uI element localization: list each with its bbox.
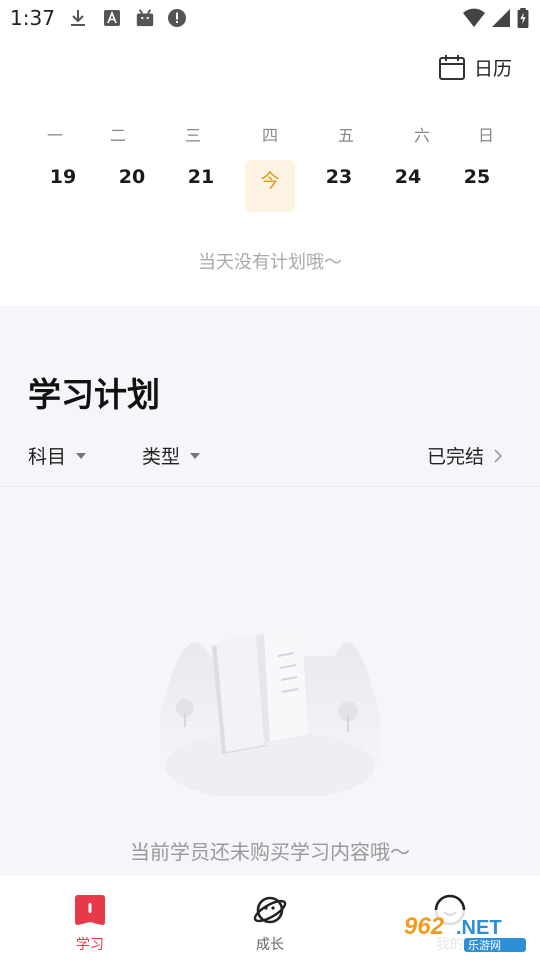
nav-study-label: 学习 [76,937,104,953]
subject-filter-label: 科目 [28,446,67,468]
date-cell[interactable]: 19 [38,166,88,188]
date-cell[interactable]: 23 [314,166,364,188]
android-icon [136,9,154,27]
weekday-fri: 五 [337,126,354,145]
weekday-mon: 一 [46,126,63,145]
completed-label: 已完结 [426,446,484,468]
type-filter-label: 类型 [142,446,181,468]
type-filter[interactable]: 类型 [142,442,201,469]
date-cell[interactable]: 25 [452,166,502,188]
weekday-sat: 六 [413,126,430,145]
weekday-thu: 四 [261,126,278,145]
completed-link[interactable]: 已完结 [427,442,502,469]
battery-icon [517,8,529,28]
book-icon [75,895,105,925]
signal-icon [492,9,510,27]
calendar-button[interactable]: 日历 [438,52,512,82]
weekday-tue: 二 [109,126,126,145]
empty-books-illustration [160,628,380,796]
date-cell[interactable]: 20 [107,166,157,188]
subject-filter[interactable]: 科目 [28,442,87,469]
keyboard-a-icon [104,10,120,26]
study-plan-section: 学习计划 科目 类型 已完结 当前学员还未购买学习内容哦～ [0,306,540,876]
svg-text:962: 962 [404,913,445,940]
date-cell[interactable]: 24 [383,166,433,188]
alert-icon [168,9,186,27]
nav-study[interactable]: 学习 [50,892,130,954]
calendar-icon [438,55,465,80]
caret-down-icon [76,452,87,459]
status-bar: 1:37 [0,0,540,36]
weekday-wed: 三 [184,126,201,145]
planet-icon [253,896,287,924]
date-cell[interactable]: 21 [176,166,226,188]
caret-down-icon [190,452,201,459]
chevron-right-icon [494,448,502,463]
nav-growth-label: 成长 [256,937,284,953]
download-icon [71,10,85,26]
svg-text:.NET: .NET [456,917,502,939]
wifi-icon [463,8,485,27]
nav-growth[interactable]: 成长 [230,892,310,954]
svg-text:乐游网: 乐游网 [468,939,501,952]
watermark-logo: 962 .NET 乐游网 [398,910,534,952]
weekday-sun: 日 [477,126,494,145]
no-plan-message: 当天没有计划哦～ [198,252,342,273]
calendar-label: 日历 [473,57,512,80]
status-time: 1:37 [10,6,55,30]
divider [0,486,540,487]
empty-state-message: 当前学员还未购买学习内容哦～ [130,840,410,864]
study-plan-title: 学习计划 [28,375,160,414]
date-cell-today[interactable]: 今 [245,166,295,193]
